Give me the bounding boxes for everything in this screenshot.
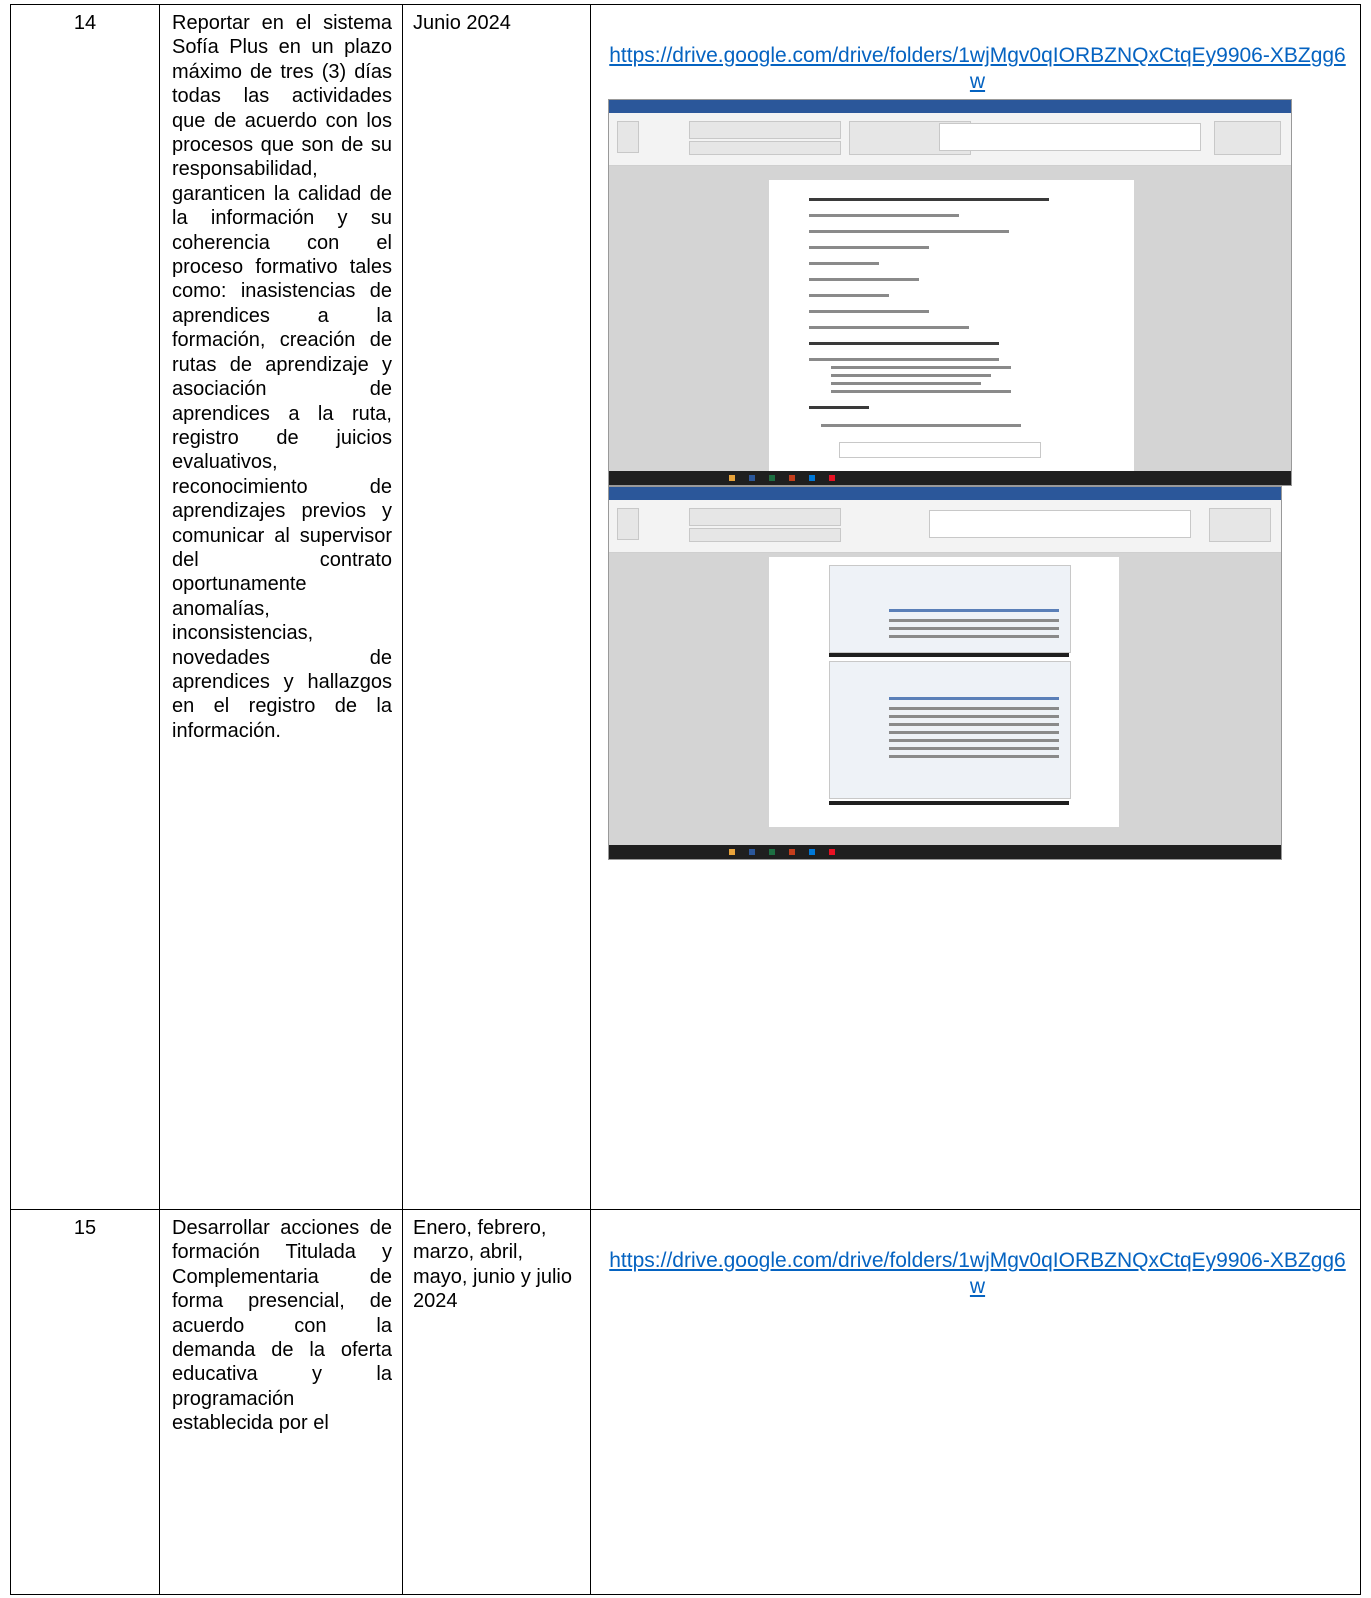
date-cell: Junio 2024 (402, 4, 591, 1210)
windows-taskbar (609, 845, 1281, 859)
row-number: 14 (73, 12, 97, 34)
table-row: 15 Desarrollar acciones de formación Tit… (10, 1209, 1361, 1595)
row-number-cell: 15 (10, 1209, 160, 1595)
evidence-cell: https://drive.google.com/drive/folders/1… (590, 1209, 1361, 1595)
document-page: 14 Reportar en el sistema Sofía Plus en … (0, 0, 1371, 1598)
activity-text: Desarrollar acciones de formación Titula… (172, 1217, 392, 1435)
word-ribbon (609, 113, 1291, 166)
activity-cell: Desarrollar acciones de formación Titula… (159, 1209, 403, 1595)
evidence-link[interactable]: https://drive.google.com/drive/folders/1… (605, 1248, 1350, 1300)
activity-cell: Reportar en el sistema Sofía Plus en un … (159, 4, 403, 1210)
row-number: 15 (73, 1217, 97, 1239)
word-canvas (609, 553, 1281, 845)
windows-taskbar (609, 471, 1291, 485)
date-text: Junio 2024 (413, 12, 511, 34)
word-titlebar (609, 100, 1291, 113)
table-row: 14 Reportar en el sistema Sofía Plus en … (10, 4, 1361, 1210)
word-screenshot-2 (608, 486, 1282, 860)
date-text: Enero, febrero, marzo, abril, mayo, juni… (413, 1217, 572, 1313)
activity-text: Reportar en el sistema Sofía Plus en un … (172, 12, 392, 742)
evidence-cell: https://drive.google.com/drive/folders/1… (590, 4, 1361, 1210)
evidence-link[interactable]: https://drive.google.com/drive/folders/1… (605, 43, 1350, 95)
row-number-cell: 14 (10, 4, 160, 1210)
word-ribbon (609, 500, 1281, 553)
activity-evidence-table: 14 Reportar en el sistema Sofía Plus en … (10, 4, 1361, 1595)
word-titlebar (609, 487, 1281, 500)
date-cell: Enero, febrero, marzo, abril, mayo, juni… (402, 1209, 591, 1595)
word-screenshot-1 (608, 99, 1292, 486)
word-canvas (609, 166, 1291, 472)
